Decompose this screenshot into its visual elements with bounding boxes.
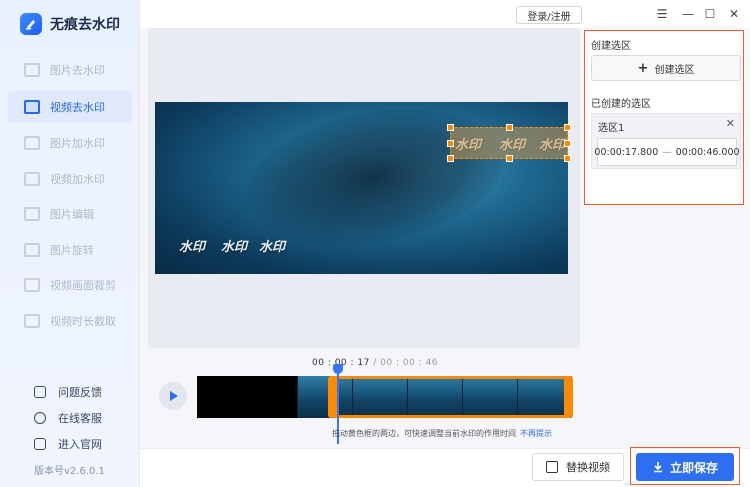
website-label: 进入官网 (58, 438, 102, 451)
save-now-button[interactable]: 立即保存 (636, 453, 734, 481)
maximize-icon[interactable]: ☐ (702, 6, 718, 22)
resize-handle[interactable] (564, 140, 571, 147)
video-add-icon (24, 172, 40, 186)
create-selection-label: 创建选区 (654, 64, 695, 76)
sidebar-item-label: 图片去水印 (50, 64, 105, 77)
range-bottom-edge (330, 415, 570, 418)
image-add-icon (24, 136, 40, 150)
dismiss-hint-link[interactable]: 不再提示 (520, 429, 552, 438)
login-button[interactable]: 登录/注册 (516, 6, 582, 24)
resize-handle[interactable] (447, 140, 454, 147)
download-icon (653, 462, 662, 473)
image-icon (24, 63, 40, 77)
timeline-frame (352, 376, 407, 418)
sidebar-item-label: 图片编辑 (50, 208, 94, 221)
selection-time-range[interactable]: 00:00:17.800 — 00:00:46.000 (594, 138, 740, 166)
resize-handle[interactable] (564, 124, 571, 131)
app-title: 无痕去水印 (50, 17, 120, 33)
timeline-frame (407, 376, 462, 418)
range-start-handle[interactable] (328, 376, 337, 418)
selection-end-time: 00:00:46.000 (675, 146, 740, 158)
timeline-strip[interactable] (197, 376, 572, 418)
timeline-frame (297, 376, 352, 418)
sidebar-item-video-add[interactable]: 视频加水印 (8, 163, 132, 195)
hint-text: 拖动黄色框的两边，可快速调整当前水印的作用时间 (332, 429, 516, 438)
playhead-knob[interactable] (333, 364, 343, 374)
time-separator: — (662, 146, 672, 158)
edit-icon (24, 207, 40, 221)
replace-icon (546, 461, 558, 473)
sidebar-item-label: 视频去水印 (50, 101, 105, 114)
close-icon[interactable]: ✕ (726, 6, 742, 22)
feedback-label: 问题反馈 (58, 386, 102, 399)
sidebar-item-label: 视频加水印 (50, 173, 105, 186)
support-icon (34, 412, 46, 424)
sidebar-item-label: 视频时长截取 (50, 315, 116, 328)
watermark-text: 水印 (221, 240, 248, 255)
trim-icon (24, 314, 40, 328)
feedback-icon (34, 386, 46, 398)
watermark-text: 水印 (179, 240, 206, 255)
sidebar-item-video-crop[interactable]: 视频画面裁剪 (8, 269, 132, 301)
brand: 无痕去水印 (20, 12, 120, 36)
replace-video-label: 替换视频 (566, 461, 610, 474)
range-end-handle[interactable] (564, 376, 573, 418)
version-label: 版本号v2.6.0.1 (34, 466, 105, 477)
minimize-icon[interactable]: — (680, 6, 696, 22)
selection-item[interactable]: 选区1 ✕ 00:00:17.800 — 00:00:46.000 (591, 113, 741, 169)
sidebar-item-label: 图片旋转 (50, 244, 94, 257)
timecode: 00 : 00 : 17 / 00 : 00 : 46 (312, 358, 438, 368)
selection-start-time: 00:00:17.800 (594, 146, 659, 158)
feedback-link[interactable]: 问题反馈 (34, 384, 102, 400)
support-link[interactable]: 在线客服 (34, 410, 102, 426)
plus-icon: + (637, 60, 649, 76)
title-bar: 登录/注册 ☰ — ☐ ✕ (140, 0, 750, 28)
rotate-icon (24, 243, 40, 257)
save-now-label: 立即保存 (669, 460, 718, 475)
timeline-hint: 拖动黄色框的两边，可快速调整当前水印的作用时间 不再提示 (332, 428, 552, 439)
selection-panel: 创建选区 + 创建选区 已创建的选区 选区1 ✕ 00:00:17.800 — … (584, 30, 744, 205)
watermark-text: 水印 (259, 240, 286, 255)
sidebar-item-image-rotate[interactable]: 图片旋转 (8, 234, 132, 266)
menu-icon[interactable]: ☰ (654, 6, 670, 22)
website-icon (34, 438, 46, 450)
resize-handle[interactable] (447, 155, 454, 162)
sidebar: 无痕去水印 图片去水印 视频去水印 图片加水印 视频加水印 图片编辑 图片旋转 … (0, 0, 140, 487)
resize-handle[interactable] (506, 124, 513, 131)
video-icon (24, 100, 40, 114)
timeline-frame (462, 376, 517, 418)
sidebar-item-video-remove[interactable]: 视频去水印 (8, 91, 132, 123)
sidebar-item-label: 视频画面裁剪 (50, 279, 116, 292)
sidebar-item-image-add[interactable]: 图片加水印 (8, 127, 132, 159)
play-icon (170, 391, 178, 401)
selection-name: 选区1 (598, 123, 625, 134)
app-logo-icon (20, 13, 42, 35)
sidebar-item-label: 图片加水印 (50, 137, 105, 150)
panel-title: 创建选区 (591, 41, 631, 52)
sidebar-item-video-trim[interactable]: 视频时长截取 (8, 305, 132, 337)
replace-video-button[interactable]: 替换视频 (532, 453, 624, 481)
sidebar-item-image-edit[interactable]: 图片编辑 (8, 198, 132, 230)
watermark-selection-box[interactable] (447, 124, 571, 162)
support-label: 在线客服 (58, 412, 102, 425)
delete-selection-icon[interactable]: ✕ (726, 117, 735, 130)
created-selections-title: 已创建的选区 (591, 99, 651, 110)
play-button[interactable] (159, 382, 187, 410)
range-top-edge (330, 376, 570, 379)
resize-handle[interactable] (564, 155, 571, 162)
website-link[interactable]: 进入官网 (34, 436, 102, 452)
resize-handle[interactable] (447, 124, 454, 131)
crop-icon (24, 278, 40, 292)
create-selection-button[interactable]: + 创建选区 (591, 55, 741, 81)
resize-handle[interactable] (506, 155, 513, 162)
sidebar-item-image-remove[interactable]: 图片去水印 (8, 54, 132, 86)
total-time: / 00 : 00 : 46 (369, 358, 438, 368)
